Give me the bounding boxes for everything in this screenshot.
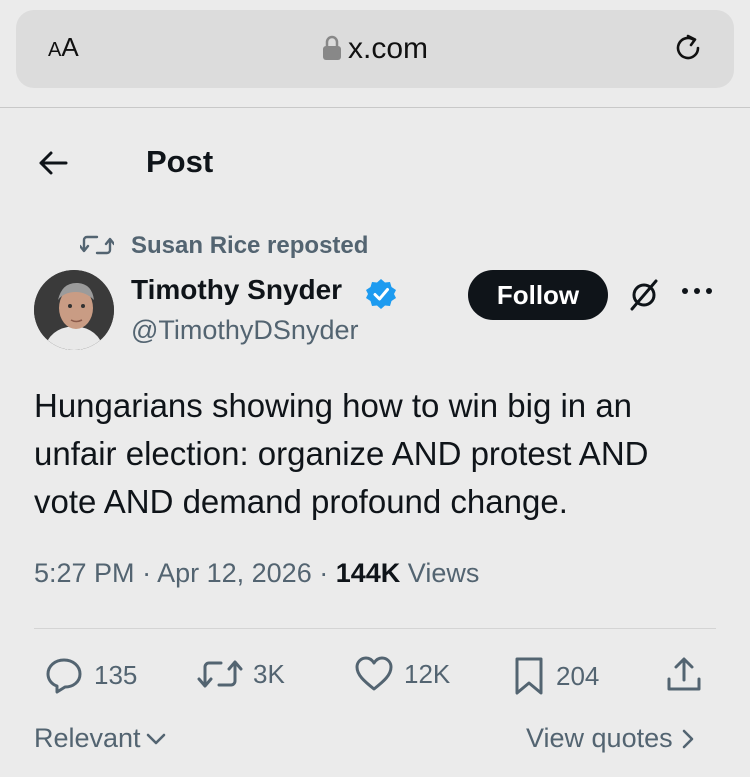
arrow-left-icon[interactable] [36,146,70,180]
avatar[interactable] [34,270,114,350]
more-options-icon[interactable] [680,284,714,298]
toolbar-divider [0,107,750,108]
tweet-meta: 5:27 PM · Apr 12, 2026 · 144K Views [34,558,479,589]
tweet-time[interactable]: 5:27 PM [34,558,135,588]
repost-count: 3K [253,658,285,689]
meta-separator: · [319,558,336,588]
author-name[interactable]: Timothy Snyder [131,274,342,306]
repost-icon [80,235,114,255]
follow-button[interactable]: Follow [468,270,608,320]
like-button[interactable]: 12K [354,655,450,693]
repost-button[interactable]: 3K [197,655,285,693]
bookmark-icon [515,657,543,695]
url-text: x.com [347,32,428,65]
url-display[interactable]: x.com [16,32,734,66]
avatar-image [34,270,114,350]
repost-attribution[interactable]: Susan Rice reposted [131,232,368,260]
views-label: Views [407,558,480,588]
tweet-text: Hungarians showing how to win big in an … [34,387,649,520]
sort-label: Relevant [34,723,141,753]
meta-separator: · [142,558,158,588]
reply-button[interactable]: 135 [44,655,137,695]
verified-badge-icon [366,279,396,309]
reply-count: 135 [94,659,138,690]
tweet-date[interactable]: Apr 12, 2026 [157,558,312,588]
page-title: Post [146,144,214,179]
share-icon [667,657,701,691]
view-quotes-link[interactable]: View quotes [526,723,695,754]
address-bar[interactable]: AA x.com [16,10,734,88]
chevron-right-icon [682,729,693,748]
sort-dropdown[interactable]: Relevant [34,723,167,754]
like-count: 12K [404,658,451,689]
heart-icon [355,656,393,691]
grok-icon[interactable] [626,277,662,313]
bookmark-count: 204 [556,660,600,691]
author-handle[interactable]: @TimothyDSnyder [131,315,358,346]
chevron-down-icon [146,733,165,744]
reload-icon[interactable] [670,30,706,66]
views-count: 144K [335,558,401,588]
repost-icon [197,660,243,688]
reply-icon [46,658,82,694]
view-quotes-label: View quotes [526,723,673,753]
lock-icon [322,35,341,60]
divider [34,628,716,629]
share-button[interactable] [664,655,704,695]
bookmark-button[interactable]: 204 [512,655,599,697]
